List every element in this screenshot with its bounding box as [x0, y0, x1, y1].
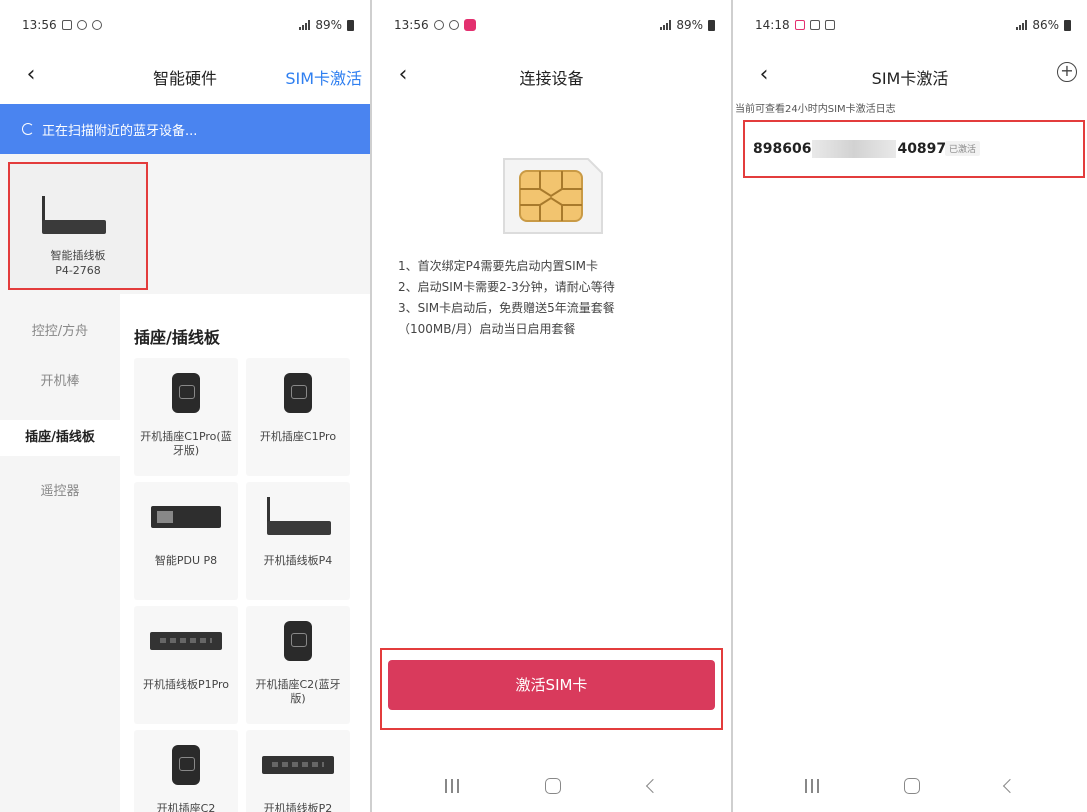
nav-bar: ‹ 连接设备 [372, 50, 731, 102]
system-nav-bar [372, 760, 731, 812]
found-device-type: 智能插线板 [50, 249, 106, 262]
signal-icon [1016, 20, 1028, 30]
missed-call-icon [794, 20, 805, 30]
category-sidebar: 控控/方舟 开机棒 插座/插线板 遥控器 [0, 294, 120, 812]
iccid-suffix: 40897 [897, 141, 947, 157]
activate-button-highlight: 激活SIM卡 [380, 648, 723, 730]
product-card[interactable]: 开机插座C1Pro [246, 358, 350, 476]
sim-iccid: 898606 40897 [753, 140, 946, 158]
page-title: SIM卡激活 [871, 69, 949, 88]
status-time: 13:56 [22, 18, 57, 32]
product-label: 智能PDU P8 [154, 554, 218, 567]
power-strip-icon [263, 497, 333, 537]
pdu-icon [151, 506, 221, 528]
product-label: 开机插线板P4 [263, 554, 333, 567]
system-back-icon[interactable] [1002, 778, 1017, 794]
sync-icon [433, 20, 444, 30]
battery-icon [347, 19, 354, 31]
status-bar: 13:56 89% [372, 0, 731, 50]
signal-icon [660, 20, 672, 30]
instruction-line: 3、SIM卡启动后，免费赠送5年流量套餐 [398, 301, 615, 315]
scanning-icon [22, 123, 34, 135]
status-time: 14:18 [755, 18, 790, 32]
battery-level: 89% [315, 18, 342, 32]
product-card[interactable]: 开机插座C2(蓝牙版) [246, 606, 350, 724]
gallery-icon [61, 20, 72, 30]
sim-activation-screen: 14:18 86% ‹ SIM卡激活 + 当前可查看24小时内SIM卡激活日志 … [733, 0, 1087, 812]
product-card[interactable]: 开机插座C2 [134, 730, 238, 812]
status-bar: 14:18 86% [733, 0, 1087, 50]
system-nav-bar [733, 760, 1087, 812]
hardware-screen: 13:56 89% ‹ 智能硬件 SIM卡激活 正在扫描附近的蓝牙设备... 智… [0, 0, 370, 812]
product-card[interactable]: 智能PDU P8 [134, 482, 238, 600]
found-device-card[interactable]: 智能插线板 P4-2768 [8, 162, 148, 290]
iccid-prefix: 898606 [753, 141, 812, 157]
category-item-boot-stick[interactable]: 开机棒 [0, 370, 120, 394]
battery-icon [708, 19, 715, 31]
power-strip-icon [262, 756, 334, 774]
nav-bar: ‹ SIM卡激活 + [733, 50, 1087, 102]
product-label: 开机插线板P1Pro [142, 678, 230, 691]
battery-level: 86% [1032, 18, 1059, 32]
scan-text: 正在扫描附近的蓝牙设备... [42, 123, 198, 139]
power-strip-icon [150, 632, 222, 650]
socket-icon [172, 745, 200, 785]
wifi-icon [91, 20, 102, 30]
system-back-icon[interactable] [645, 778, 660, 794]
screenshot-icon [809, 20, 820, 30]
power-strip-icon [38, 196, 108, 236]
product-card[interactable]: 开机插线板P1Pro [134, 606, 238, 724]
product-label: 开机插座C2 [156, 802, 216, 812]
recent-apps-icon[interactable] [445, 779, 460, 793]
app-notification-icon [463, 19, 476, 31]
signal-icon [299, 20, 311, 30]
found-device-name: 智能插线板 P4-2768 [10, 248, 146, 278]
category-area: 控控/方舟 开机棒 插座/插线板 遥控器 插座/插线板 开机插座C1Pro(蓝牙… [0, 294, 370, 812]
sim-card-icon [496, 155, 606, 237]
wifi-icon [448, 20, 459, 30]
sim-log-entry[interactable]: 898606 40897 已激活 [743, 120, 1085, 178]
section-title: 插座/插线板 [134, 328, 220, 347]
socket-icon [284, 621, 312, 661]
nav-bar: ‹ 智能硬件 SIM卡激活 [0, 50, 370, 102]
status-bar: 13:56 89% [0, 0, 370, 50]
connect-device-screen: 13:56 89% ‹ 连接设备 1、首次绑定P4需要先启动内置SIM卡 2、启… [372, 0, 731, 812]
recent-apps-icon[interactable] [805, 779, 820, 793]
home-icon[interactable] [545, 778, 562, 794]
iccid-redacted [812, 140, 897, 158]
product-card[interactable]: 开机插线板P2 [246, 730, 350, 812]
found-device-id: P4-2768 [55, 264, 101, 277]
socket-icon [284, 373, 312, 413]
status-badge: 已激活 [945, 141, 981, 156]
product-label: 开机插线板P2 [263, 802, 333, 812]
category-item-socket[interactable]: 插座/插线板 [0, 420, 120, 456]
activate-sim-button[interactable]: 激活SIM卡 [388, 660, 715, 710]
battery-level: 89% [676, 18, 703, 32]
instruction-line: 1、首次绑定P4需要先启动内置SIM卡 [398, 259, 599, 273]
sim-activation-link[interactable]: SIM卡激活 [285, 65, 362, 89]
add-icon[interactable]: + [1057, 62, 1077, 82]
battery-icon [1064, 19, 1071, 31]
home-icon[interactable] [903, 778, 920, 794]
product-card[interactable]: 开机插座C1Pro(蓝牙版) [134, 358, 238, 476]
category-item-remote[interactable]: 遥控器 [0, 480, 120, 504]
scan-status-bar: 正在扫描附近的蓝牙设备... [0, 104, 370, 154]
log-hint-text: 当前可查看24小时内SIM卡激活日志 [735, 104, 896, 115]
instruction-line: 2、启动SIM卡需要2-3分钟，请耐心等待 [398, 280, 615, 294]
status-time: 13:56 [394, 18, 429, 32]
gallery-icon [824, 20, 835, 30]
product-card[interactable]: 开机插线板P4 [246, 482, 350, 600]
instruction-line: （100MB/月）启动当日启用套餐 [398, 322, 576, 336]
product-label: 开机插座C1Pro [259, 430, 337, 443]
category-item-kongkong[interactable]: 控控/方舟 [0, 320, 120, 344]
product-label: 开机插座C2(蓝牙版) [255, 678, 341, 705]
page-title: 连接设备 [519, 69, 584, 88]
instruction-list: 1、首次绑定P4需要先启动内置SIM卡 2、启动SIM卡需要2-3分钟，请耐心等… [398, 256, 719, 340]
sync-icon [76, 20, 87, 30]
found-devices-area: 智能插线板 P4-2768 [0, 154, 370, 294]
product-label: 开机插座C1Pro(蓝牙版) [140, 430, 232, 457]
socket-icon [172, 373, 200, 413]
